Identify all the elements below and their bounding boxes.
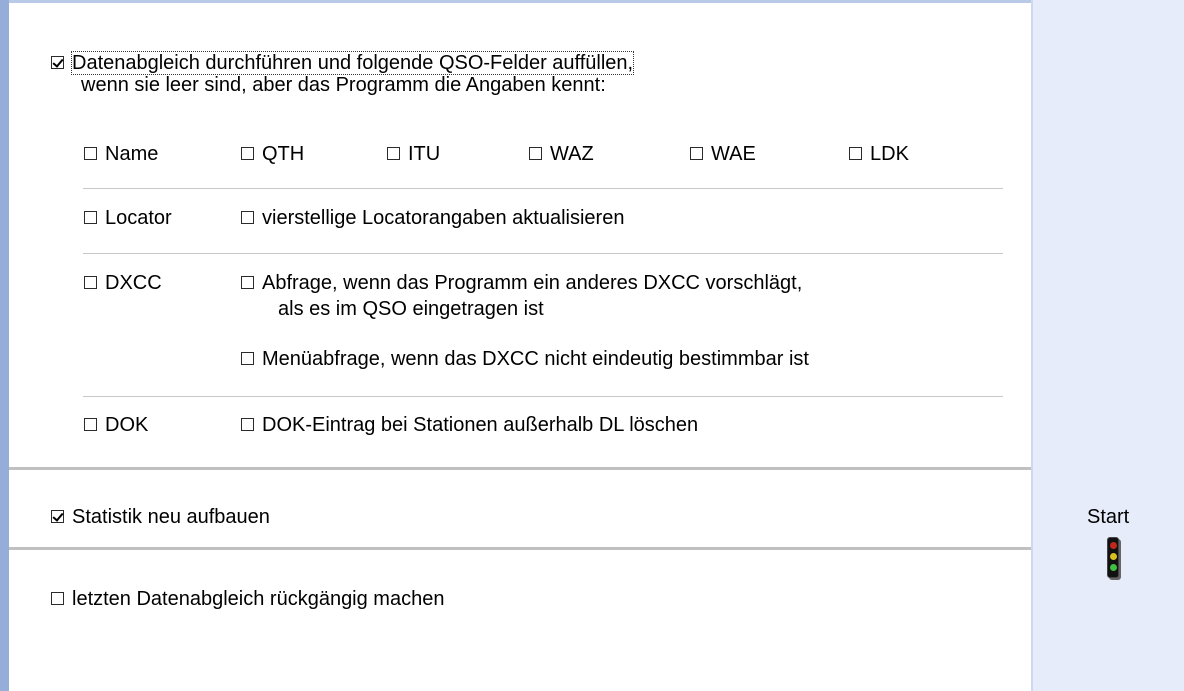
field-waz-checkbox-box[interactable] (529, 147, 542, 160)
dok-checkbox[interactable]: DOK (84, 414, 148, 436)
field-itu-label: ITU (408, 143, 441, 165)
window-top-border (0, 0, 1184, 3)
datenabgleich-label-line2: wenn sie leer sind, aber das Programm di… (81, 74, 606, 96)
locator-update-checkbox[interactable]: vierstellige Locatorangaben aktualisiere… (241, 207, 624, 229)
undo-checkbox[interactable]: letzten Datenabgleich rückgängig machen (51, 588, 444, 610)
field-wae-label: WAE (711, 143, 756, 165)
dxcc-checkbox-box[interactable] (84, 276, 97, 289)
field-name-label: Name (105, 143, 159, 165)
dxcc-query-checkbox[interactable]: Abfrage, wenn das Programm ein anderes D… (241, 272, 802, 294)
dok-delete-label: DOK-Eintrag bei Stationen außerhalb DL l… (262, 414, 699, 436)
locator-checkbox[interactable]: Locator (84, 207, 172, 229)
locator-update-label: vierstellige Locatorangaben aktualisiere… (262, 207, 625, 229)
dxcc-query-label: Abfrage, wenn das Programm ein anderes D… (262, 272, 803, 294)
separator-dxcc (83, 396, 1003, 397)
red-lamp-icon (1109, 542, 1117, 549)
locator-label: Locator (105, 207, 172, 229)
field-waz-checkbox[interactable]: WAZ (529, 143, 594, 165)
statistik-checkbox-box[interactable] (51, 510, 64, 523)
dok-label: DOK (105, 414, 149, 436)
green-lamp-icon (1109, 564, 1117, 571)
separator-locator (83, 253, 1003, 254)
undo-label: letzten Datenabgleich rückgängig machen (72, 588, 445, 610)
separator-fields (83, 188, 1003, 189)
dxcc-query-checkbox-box[interactable] (241, 276, 254, 289)
field-wae-checkbox-box[interactable] (690, 147, 703, 160)
undo-checkbox-box[interactable] (51, 592, 64, 605)
datenabgleich-checkbox-box[interactable] (51, 56, 64, 69)
locator-update-checkbox-box[interactable] (241, 211, 254, 224)
separator-section-2 (9, 547, 1031, 550)
field-itu-checkbox-box[interactable] (387, 147, 400, 160)
statistik-label: Statistik neu aufbauen (72, 506, 270, 528)
dxcc-checkbox[interactable]: DXCC (84, 272, 162, 294)
start-label[interactable]: Start (1087, 506, 1129, 529)
dok-delete-checkbox-box[interactable] (241, 418, 254, 431)
field-itu-checkbox[interactable]: ITU (387, 143, 440, 165)
locator-checkbox-box[interactable] (84, 211, 97, 224)
field-wae-checkbox[interactable]: WAE (690, 143, 756, 165)
field-waz-label: WAZ (550, 143, 594, 165)
right-action-panel (1033, 0, 1184, 691)
statistik-checkbox[interactable]: Statistik neu aufbauen (51, 506, 270, 528)
field-qth-label: QTH (262, 143, 305, 165)
dok-delete-checkbox[interactable]: DOK-Eintrag bei Stationen außerhalb DL l… (241, 414, 698, 436)
yellow-lamp-icon (1109, 553, 1117, 560)
field-ldk-checkbox[interactable]: LDK (849, 143, 909, 165)
window-left-border (0, 0, 9, 691)
separator-section-1 (9, 467, 1031, 470)
field-name-checkbox-box[interactable] (84, 147, 97, 160)
field-qth-checkbox-box[interactable] (241, 147, 254, 160)
field-qth-checkbox[interactable]: QTH (241, 143, 304, 165)
dxcc-menu-query-checkbox[interactable]: Menüabfrage, wenn das DXCC nicht eindeut… (241, 348, 809, 370)
traffic-light-icon[interactable] (1107, 537, 1119, 578)
field-ldk-checkbox-box[interactable] (849, 147, 862, 160)
field-ldk-label: LDK (870, 143, 909, 165)
dok-checkbox-box[interactable] (84, 418, 97, 431)
dxcc-menu-query-label: Menüabfrage, wenn das DXCC nicht eindeut… (262, 348, 809, 370)
dxcc-menu-query-checkbox-box[interactable] (241, 352, 254, 365)
datenabgleich-checkbox[interactable]: Datenabgleich durchführen und folgende Q… (51, 51, 635, 75)
dxcc-query-label-line2: als es im QSO eingetragen ist (278, 298, 544, 320)
datenabgleich-label: Datenabgleich durchführen und folgende Q… (70, 51, 635, 75)
field-name-checkbox[interactable]: Name (84, 143, 158, 165)
dxcc-label: DXCC (105, 272, 162, 294)
